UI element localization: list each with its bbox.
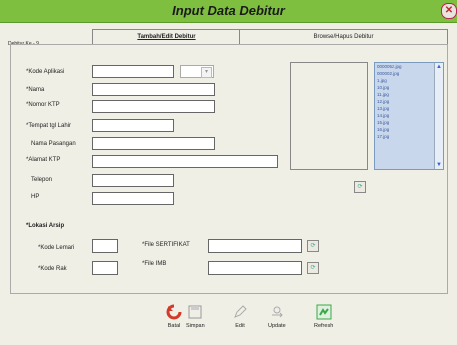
- window-title: Input Data Debitur: [172, 3, 285, 18]
- close-icon[interactable]: ✕: [441, 3, 457, 19]
- browse-sertifikat-button[interactable]: ⟳: [307, 240, 319, 252]
- telepon-label: Telepon: [31, 177, 53, 183]
- hp-input[interactable]: [92, 192, 174, 205]
- file-list-item[interactable]: 1.jpg: [375, 77, 443, 84]
- lokasi-arsip-heading: *Lokasi Arsip: [26, 223, 65, 229]
- tempat-tgl-lahir-input[interactable]: [92, 119, 174, 132]
- kode-lemari-input[interactable]: [92, 239, 118, 253]
- title-bar: Input Data Debitur ✕: [0, 0, 457, 23]
- batal-button[interactable]: Batal: [166, 304, 182, 329]
- chevron-down-icon[interactable]: ▾: [201, 67, 212, 78]
- nama-pasangan-label: Nama Pasangan: [31, 141, 76, 147]
- kode-aplikasi-dropdown[interactable]: ▾: [180, 65, 214, 78]
- file-list-item[interactable]: 12.jpg: [375, 98, 443, 105]
- tempat-tgl-lahir-label: *Tempat tgl Lahir: [26, 123, 72, 129]
- kode-lemari-label: *Kode Lemari: [38, 245, 75, 251]
- file-list-item[interactable]: 000005z.jpg: [375, 63, 443, 70]
- file-list-item[interactable]: 11.jpg: [375, 91, 443, 98]
- file-list-item[interactable]: 10.jpg: [375, 84, 443, 91]
- file-list-items: 000005z.jpg 000002.jpg 1.jpg 10.jpg 11.jpg 12…: [375, 63, 443, 140]
- telepon-input[interactable]: [92, 174, 174, 187]
- refresh-button[interactable]: Refresh: [314, 304, 333, 329]
- file-list-scrollbar[interactable]: ▲ ▼: [434, 63, 443, 169]
- browse-photo-button[interactable]: ⟳: [354, 181, 366, 193]
- nomor-ktp-label: *Nomor KTP: [26, 102, 60, 108]
- kode-rak-label: *Kode Rak: [38, 266, 67, 272]
- simpan-button[interactable]: Simpan: [186, 304, 205, 329]
- hp-label: HP: [31, 194, 40, 200]
- file-list-item[interactable]: 15.jpg: [375, 119, 443, 126]
- file-list[interactable]: 000005z.jpg 000002.jpg 1.jpg 10.jpg 11.jpg 12…: [374, 62, 444, 170]
- undo-icon: [166, 304, 182, 320]
- nama-label: *Nama: [26, 87, 45, 93]
- alamat-ktp-label: *Alamat KTP: [26, 157, 61, 163]
- file-list-item[interactable]: 14.jpg: [375, 112, 443, 119]
- alamat-ktp-input[interactable]: [92, 155, 278, 168]
- update-button[interactable]: Update: [268, 304, 286, 329]
- batal-label: Batal: [167, 323, 181, 329]
- tab-tambah-edit[interactable]: Tambah/Edit Debitur: [92, 29, 241, 45]
- nama-input[interactable]: [92, 83, 215, 96]
- save-icon: [187, 304, 203, 320]
- browse-imb-button[interactable]: ⟳: [307, 262, 319, 274]
- kode-aplikasi-input[interactable]: [92, 65, 174, 78]
- refresh-icon: [316, 304, 332, 320]
- file-sertifikat-label: *File SERTIFIKAT: [142, 242, 190, 248]
- file-list-item[interactable]: 16.jpg: [375, 126, 443, 133]
- kode-aplikasi-label: *Kode Aplikasi: [26, 69, 65, 75]
- simpan-label: Simpan: [186, 323, 205, 329]
- scroll-down-icon[interactable]: ▼: [435, 161, 443, 169]
- file-imb-input[interactable]: [208, 261, 302, 275]
- refresh-label: Refresh: [314, 323, 334, 329]
- file-list-item[interactable]: 13.jpg: [375, 105, 443, 112]
- photo-preview: [290, 62, 368, 170]
- file-sertifikat-input[interactable]: [208, 239, 302, 253]
- scroll-up-icon[interactable]: ▲: [435, 63, 443, 71]
- update-icon: [269, 304, 285, 320]
- edit-label: Edit: [235, 323, 245, 329]
- file-imb-label: *File IMB: [142, 261, 167, 267]
- update-label: Update: [268, 323, 286, 329]
- file-list-item[interactable]: 000002.jpg: [375, 70, 443, 77]
- nomor-ktp-input[interactable]: [92, 100, 215, 113]
- kode-rak-input[interactable]: [92, 261, 118, 275]
- edit-icon: [232, 304, 248, 320]
- edit-button[interactable]: Edit: [232, 304, 248, 329]
- file-list-item[interactable]: 17.jpg: [375, 133, 443, 140]
- nama-pasangan-input[interactable]: [92, 137, 215, 150]
